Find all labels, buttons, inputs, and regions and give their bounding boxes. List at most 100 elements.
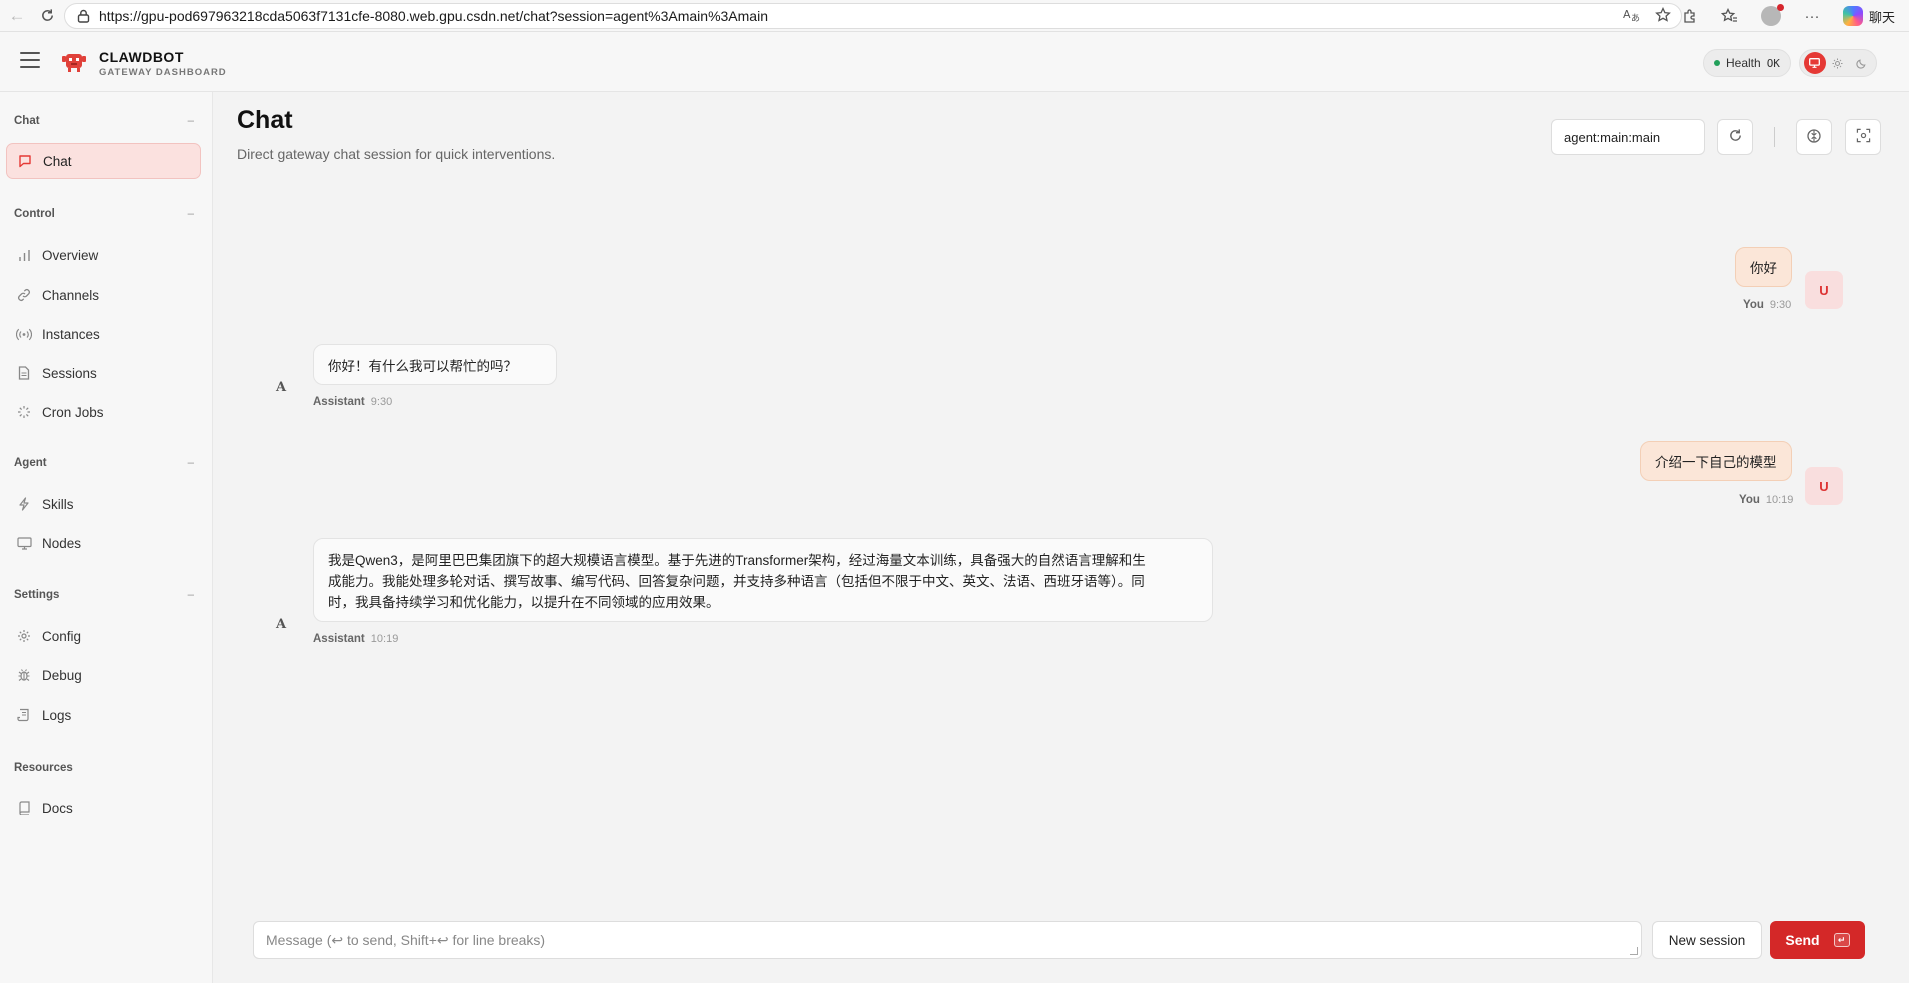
sidebar-item-chat[interactable]: Chat <box>6 143 201 179</box>
user-message-bubble: 介绍一下自己的模型 <box>1640 441 1792 481</box>
collapse-icon[interactable]: – <box>188 115 194 127</box>
svg-text:A: A <box>1623 8 1631 21</box>
sidebar-item-channels[interactable]: Channels <box>6 277 201 313</box>
sidebar-item-label: Overview <box>42 247 99 263</box>
sidebar-item-config[interactable]: Config <box>6 618 201 654</box>
message-author: Assistant <box>313 396 365 408</box>
session-select[interactable]: agent:main:main <box>1551 119 1705 155</box>
broadcast-icon <box>16 326 32 342</box>
assistant-avatar: A <box>275 380 287 395</box>
message-author: You <box>1739 494 1760 506</box>
sidebar-section-resources[interactable]: Resources <box>14 762 194 774</box>
sidebar-section-control[interactable]: Control – <box>14 208 194 220</box>
sidebar-item-instances[interactable]: Instances <box>6 316 201 352</box>
focus-mode-button[interactable] <box>1845 119 1881 155</box>
new-session-button[interactable]: New session <box>1652 921 1762 959</box>
book-icon <box>16 800 32 816</box>
message-author: Assistant <box>313 633 365 645</box>
brain-icon <box>1806 128 1822 147</box>
hamburger-menu-icon[interactable] <box>20 52 40 68</box>
sidebar-item-label: Cron Jobs <box>42 404 104 420</box>
sidebar-item-sessions[interactable]: Sessions <box>6 355 201 391</box>
page-subtitle: Direct gateway chat session for quick in… <box>237 146 556 162</box>
message-text: 我是Qwen3，是阿里巴巴集团旗下的超大规模语言模型。基于先进的Transfor… <box>328 550 1146 613</box>
send-label: Send <box>1785 932 1820 948</box>
message-time: 10:19 <box>1765 494 1794 506</box>
thinking-toggle-button[interactable] <box>1796 119 1832 155</box>
gear-icon <box>16 628 32 644</box>
more-icon[interactable]: ··· <box>1803 7 1821 25</box>
sun-theme-icon[interactable] <box>1827 52 1849 74</box>
browser-chat-label[interactable]: 聊天 <box>1869 7 1895 26</box>
enter-key-icon: ↵ <box>1833 933 1850 947</box>
sidebar-item-label: Config <box>42 628 82 644</box>
collapse-icon[interactable]: – <box>188 457 194 469</box>
message-time: 10:19 <box>370 633 399 645</box>
sidebar-section-chat[interactable]: Chat – <box>14 115 194 127</box>
section-title: Chat <box>14 115 40 127</box>
sidebar-section-agent[interactable]: Agent – <box>14 457 194 469</box>
message-meta: Assistant 10:19 <box>313 633 398 645</box>
sidebar-item-label: Nodes <box>42 535 82 551</box>
sidebar-item-label: Docs <box>42 800 73 816</box>
send-button[interactable]: Send ↵ <box>1770 921 1865 959</box>
sidebar-item-docs[interactable]: Docs <box>6 790 201 826</box>
monitor-theme-icon[interactable] <box>1803 52 1826 74</box>
refresh-icon <box>1728 128 1743 146</box>
copilot-icon[interactable] <box>1842 6 1863 26</box>
collapse-icon[interactable]: – <box>188 589 194 601</box>
extensions-icon[interactable] <box>1681 7 1699 25</box>
sidebar-item-nodes[interactable]: Nodes <box>6 525 201 561</box>
health-status-dot <box>1714 60 1720 66</box>
scroll-icon <box>16 707 32 723</box>
message-line: 我是Qwen3，是阿里巴巴集团旗下的超大规模语言模型。基于先进的Transfor… <box>328 553 1146 568</box>
lock-icon[interactable] <box>75 8 91 24</box>
bar-chart-icon <box>16 247 32 263</box>
sidebar-item-cron-jobs[interactable]: Cron Jobs <box>6 394 201 430</box>
message-line: 成能力。我能处理多轮对话、撰写故事、编写代码、回答复杂问题，并支持多种语言（包括… <box>328 574 1145 589</box>
toolbar-divider <box>1774 127 1775 147</box>
back-icon[interactable]: ← <box>2 0 32 32</box>
favorites-icon[interactable] <box>1721 7 1739 25</box>
browser-toolbar: ← https://gpu-pod697963218cda5063f7131cf… <box>0 0 1909 32</box>
message-meta: You 9:30 <box>1743 299 1791 311</box>
assistant-message-bubble: 你好！有什么我可以帮忙的吗？ <box>313 344 557 385</box>
health-label: Health <box>1726 56 1761 70</box>
moon-theme-icon[interactable] <box>1850 52 1872 74</box>
address-bar[interactable]: https://gpu-pod697963218cda5063f7131cfe-… <box>64 3 1682 29</box>
message-composer <box>253 921 1642 959</box>
brand-title: CLAWDBOT <box>99 49 184 65</box>
clawdbot-logo-icon <box>60 50 88 76</box>
message-input[interactable] <box>266 932 1629 948</box>
section-title: Control <box>14 208 55 220</box>
message-author: You <box>1743 299 1764 311</box>
section-title: Agent <box>14 457 47 469</box>
resize-handle-icon[interactable] <box>1630 947 1638 955</box>
sidebar-item-label: Logs <box>42 707 72 723</box>
translate-icon[interactable]: Aあ <box>1623 7 1641 26</box>
sidebar-section-settings[interactable]: Settings – <box>14 589 194 601</box>
profile-icon[interactable] <box>1760 4 1784 26</box>
sidebar-item-label: Channels <box>42 287 100 303</box>
section-title: Resources <box>14 762 73 774</box>
sidebar-item-skills[interactable]: Skills <box>6 486 201 522</box>
sidebar-item-overview[interactable]: Overview <box>6 237 201 273</box>
sidebar-item-label: Chat <box>43 153 72 169</box>
health-badge: Health OK <box>1703 49 1791 77</box>
star-icon[interactable] <box>1655 6 1671 26</box>
svg-text:あ: あ <box>1631 13 1640 23</box>
message-text: 你好！有什么我可以帮忙的吗？ <box>328 358 517 374</box>
reload-icon[interactable] <box>32 0 62 32</box>
user-avatar: U <box>1805 467 1843 505</box>
refresh-button[interactable] <box>1717 119 1753 155</box>
app-topbar: CLAWDBOT GATEWAY DASHBOARD Health OK <box>0 32 1909 92</box>
sidebar: Chat – Chat Control – Overview Channels … <box>0 92 213 983</box>
sidebar-item-debug[interactable]: Debug <box>6 657 201 693</box>
sidebar-item-label: Instances <box>42 326 100 342</box>
sidebar-item-logs[interactable]: Logs <box>6 697 201 733</box>
message-meta: You 10:19 <box>1739 494 1793 506</box>
collapse-icon[interactable]: – <box>188 208 194 220</box>
lightning-icon <box>16 496 32 512</box>
assistant-avatar: A <box>275 617 287 632</box>
message-line: 时，我具备持续学习和优化能力，以提升在不同领域的应用效果。 <box>328 595 720 610</box>
